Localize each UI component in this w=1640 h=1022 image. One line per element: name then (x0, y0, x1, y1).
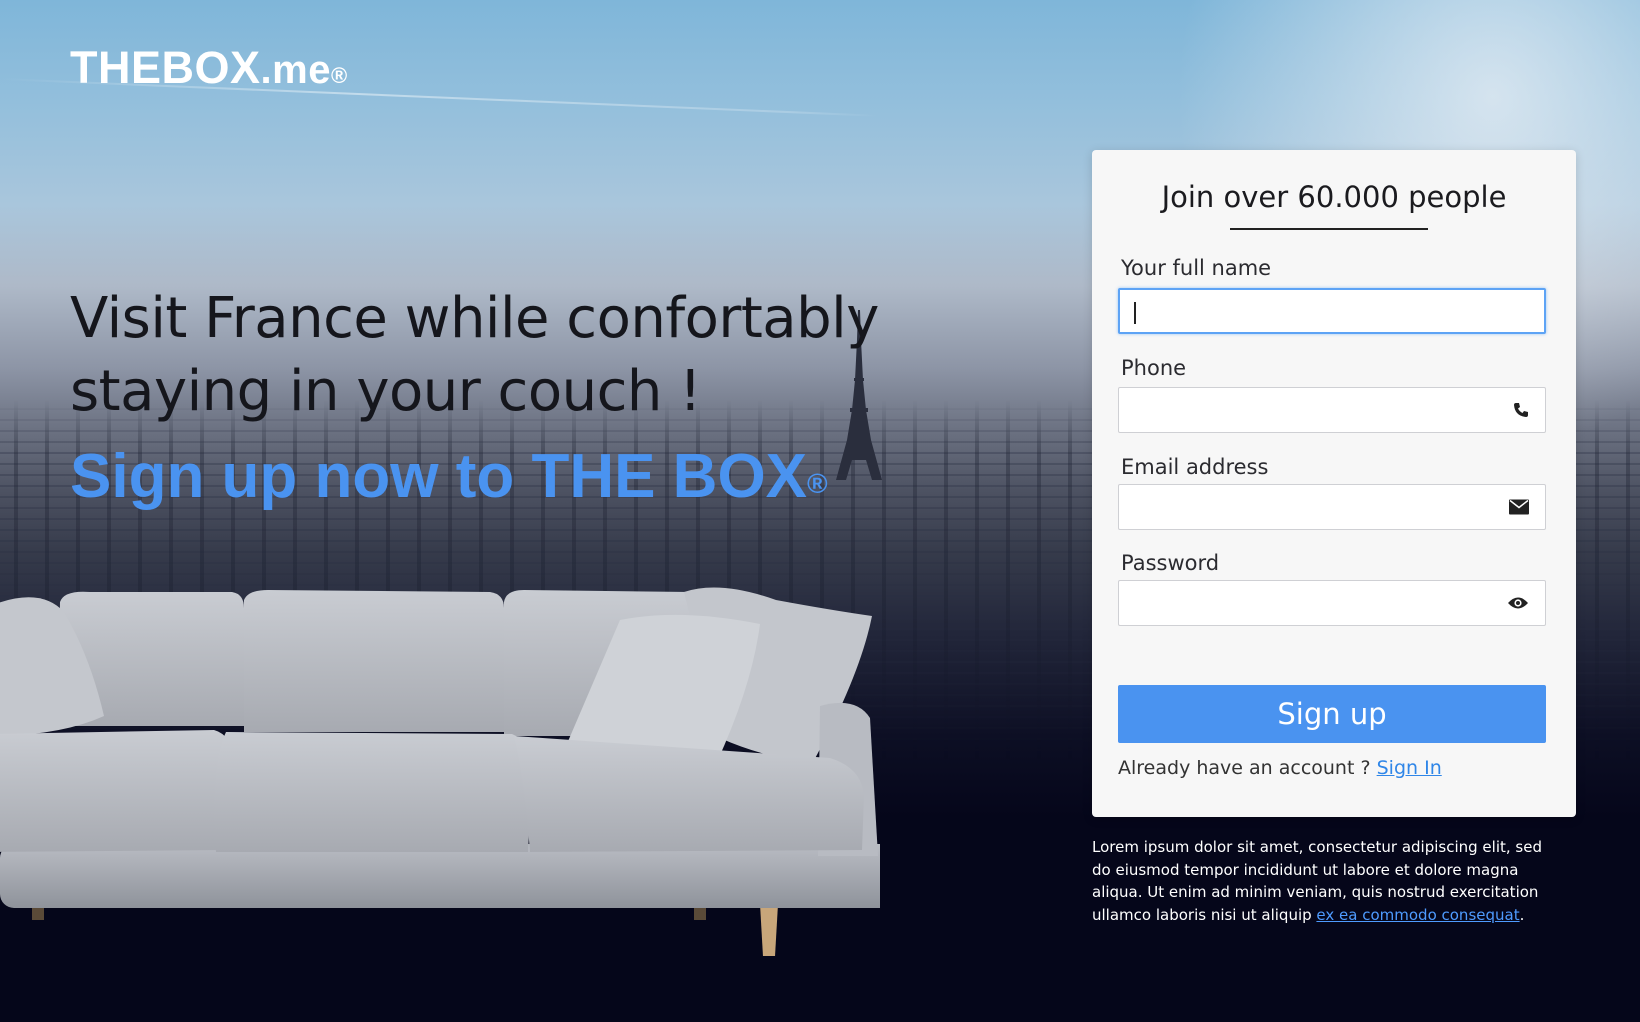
email-field[interactable] (1118, 484, 1546, 530)
full-name-input[interactable] (1120, 290, 1544, 332)
signup-button[interactable]: Sign up (1118, 685, 1546, 743)
text-caret (1134, 302, 1136, 324)
legal-text: Lorem ipsum dolor sit amet, consectetur … (1092, 836, 1562, 926)
signin-prompt: Already have an account ? Sign In (1118, 757, 1442, 779)
logo[interactable]: THEBOX.me® (70, 42, 348, 94)
eye-icon[interactable] (1507, 596, 1529, 610)
signin-prompt-text: Already have an account ? (1118, 757, 1371, 779)
hero-cta-title: Sign up now to THE BOX® (70, 442, 828, 519)
full-name-field[interactable] (1118, 288, 1546, 334)
hero-headline-line-1: Visit France while confortably (70, 286, 879, 351)
phone-input[interactable] (1119, 388, 1545, 432)
couch-image (0, 587, 880, 956)
hero-cta-registered-mark: ® (807, 468, 828, 499)
email-input[interactable] (1119, 485, 1545, 529)
signup-card: Join over 60.000 people Your full name P… (1092, 150, 1576, 817)
phone-icon (1514, 403, 1528, 417)
password-label: Password (1121, 551, 1220, 575)
password-input[interactable] (1119, 581, 1545, 625)
hero-headline: Visit France while confortably staying i… (70, 282, 930, 428)
logo-main: THEBOX (70, 42, 261, 93)
hero-headline-line-2: staying in your couch ! (70, 359, 702, 424)
title-underline (1230, 228, 1428, 230)
signin-link[interactable]: Sign In (1377, 757, 1442, 779)
signup-card-title: Join over 60.000 people (1161, 180, 1507, 214)
logo-registered-mark: ® (330, 63, 348, 88)
phone-field[interactable] (1118, 387, 1546, 433)
envelope-icon (1509, 499, 1529, 515)
legal-link[interactable]: ex ea commodo consequat (1316, 906, 1519, 924)
email-label: Email address (1121, 455, 1269, 479)
phone-label: Phone (1121, 356, 1187, 380)
legal-end: . (1519, 905, 1525, 924)
hero-cta-text: Sign up now to THE BOX (70, 442, 808, 511)
password-field[interactable] (1118, 580, 1546, 626)
full-name-label: Your full name (1121, 256, 1272, 280)
logo-suffix: .me (260, 48, 331, 92)
